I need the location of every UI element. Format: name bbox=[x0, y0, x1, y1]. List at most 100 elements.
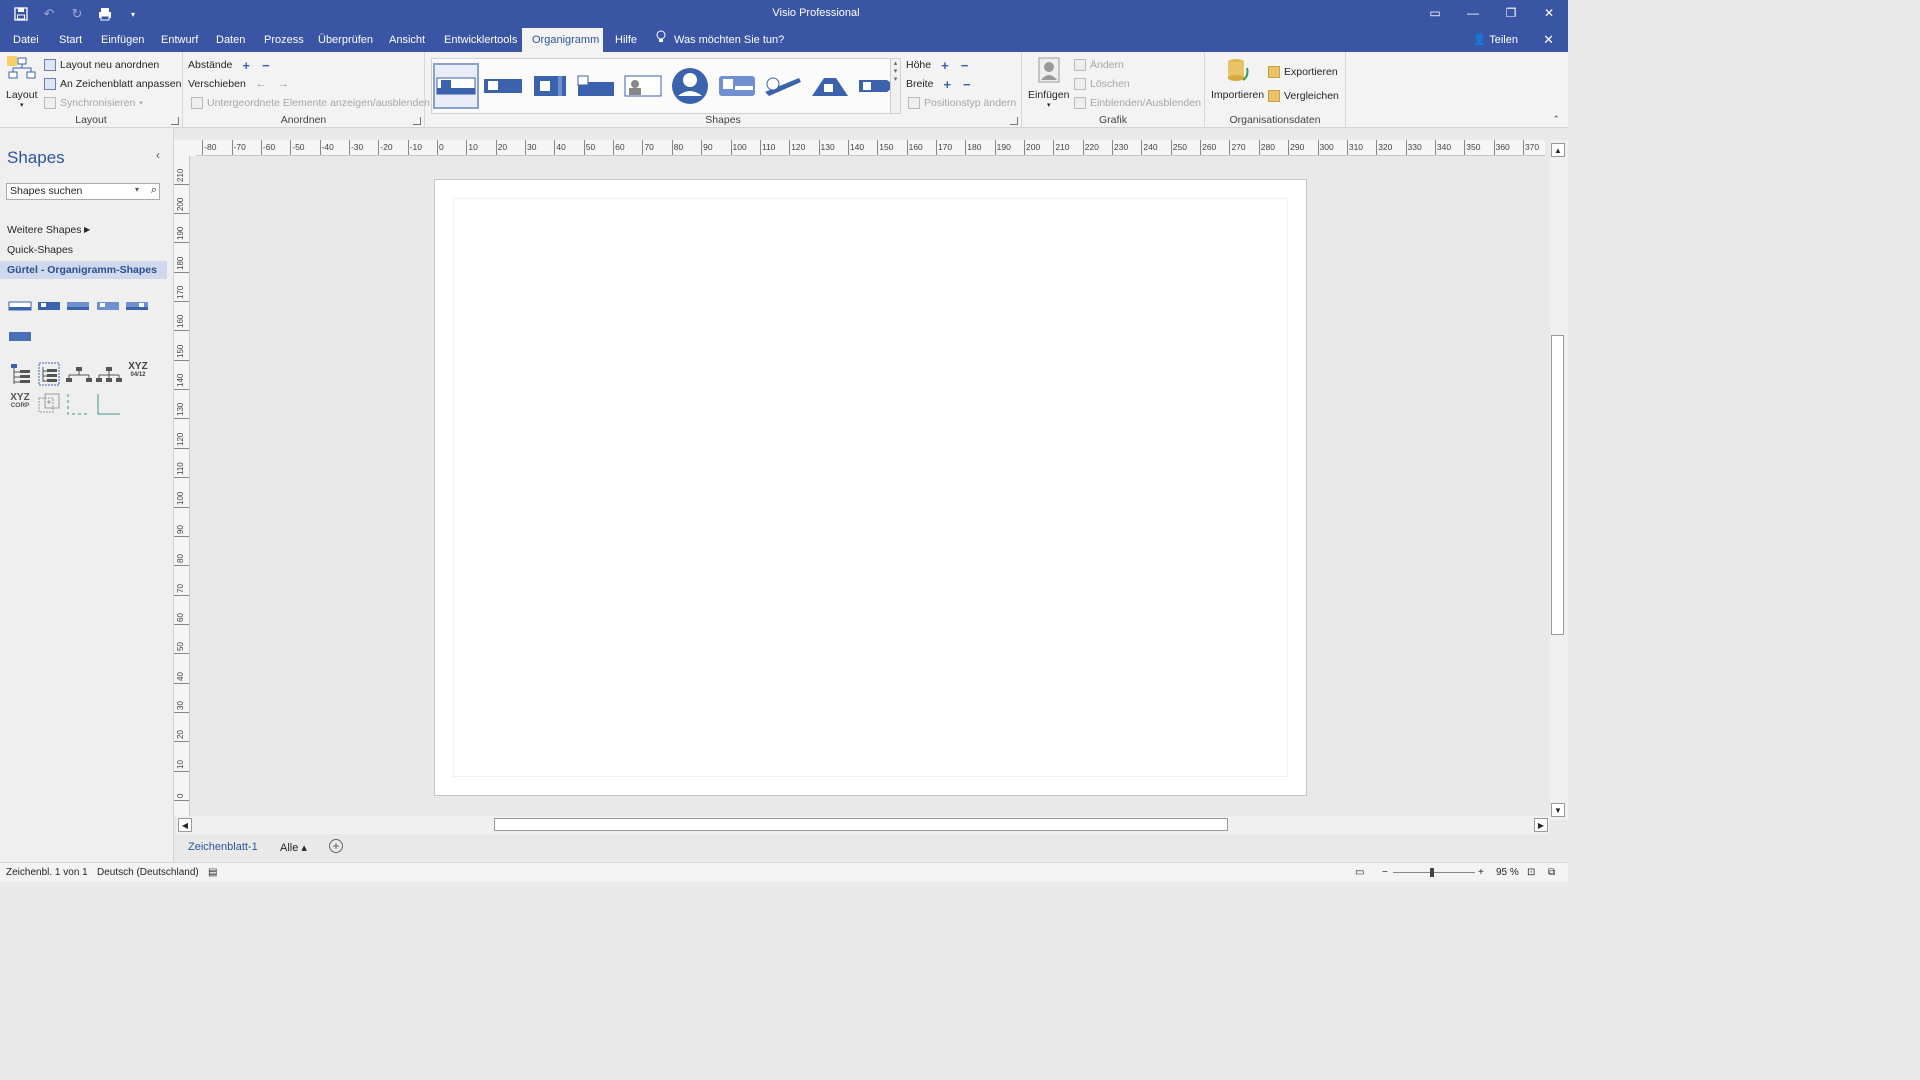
zoom-in-icon[interactable]: + bbox=[1478, 867, 1484, 878]
insert-picture-button[interactable]: Einfügen ▾ bbox=[1028, 56, 1069, 109]
tab-prozess[interactable]: Prozess bbox=[258, 28, 310, 52]
tab-ansicht[interactable]: Ansicht bbox=[383, 28, 431, 52]
stencil-shape-1[interactable] bbox=[8, 300, 32, 312]
shape-style-tab[interactable] bbox=[480, 63, 526, 109]
spacing-increase-icon[interactable]: + bbox=[242, 58, 250, 73]
collapse-ribbon-icon[interactable]: ⌃ bbox=[1552, 114, 1560, 125]
width-increase-icon[interactable]: + bbox=[943, 77, 951, 92]
compare-button[interactable]: Vergleichen bbox=[1268, 88, 1339, 104]
stencil-connector[interactable] bbox=[96, 392, 122, 416]
page-info[interactable]: Zeichenbl. 1 von 1 bbox=[6, 867, 88, 878]
language-indicator[interactable]: Deutsch (Deutschland) bbox=[97, 867, 199, 878]
height-increase-icon[interactable]: + bbox=[941, 58, 949, 73]
restore-icon[interactable]: ❐ bbox=[1492, 0, 1530, 26]
quick-shapes-link[interactable]: Quick-Shapes bbox=[0, 241, 167, 259]
stencil-shape-5[interactable] bbox=[125, 300, 149, 312]
layout-dialog-launcher-icon[interactable] bbox=[171, 117, 179, 125]
tab-datei[interactable]: Datei bbox=[7, 28, 45, 52]
stencil-shape-2[interactable] bbox=[37, 300, 61, 312]
vertical-scroll-thumb[interactable] bbox=[1551, 335, 1564, 635]
tab-entwicklertools[interactable]: Entwicklertools bbox=[438, 28, 523, 52]
horizontal-scrollbar[interactable]: ◀ ▶ bbox=[176, 816, 1550, 834]
scroll-down-icon[interactable]: ▼ bbox=[1551, 803, 1565, 817]
shape-style-cornered[interactable] bbox=[573, 63, 619, 109]
spacing-decrease-icon[interactable]: − bbox=[262, 58, 270, 73]
sheet-tab-zeichenblatt-1[interactable]: Zeichenblatt-1 bbox=[188, 841, 258, 853]
stencil-title-date[interactable]: XYZ 04/12 bbox=[126, 362, 150, 379]
tab-entwurf[interactable]: Entwurf bbox=[155, 28, 204, 52]
height-decrease-icon[interactable]: − bbox=[961, 58, 969, 73]
shape-style-card[interactable] bbox=[714, 63, 760, 109]
move-left-icon[interactable]: ← bbox=[256, 78, 267, 90]
shape-style-roof[interactable] bbox=[807, 63, 853, 109]
close-document-icon[interactable]: ✕ bbox=[1543, 28, 1554, 52]
zoom-slider-track[interactable] bbox=[1393, 872, 1475, 873]
zoom-level[interactable]: 95 % bbox=[1496, 867, 1519, 878]
zoom-out-icon[interactable]: − bbox=[1382, 867, 1388, 878]
tab-organigramm[interactable]: Organigramm bbox=[522, 28, 603, 52]
stencil-shape-3[interactable] bbox=[66, 300, 90, 312]
stencil-picture-placeholder[interactable] bbox=[37, 392, 61, 416]
scroll-right-icon[interactable]: ▶ bbox=[1534, 818, 1548, 832]
width-decrease-icon[interactable]: − bbox=[963, 77, 971, 92]
share-button[interactable]: 👤 Teilen bbox=[1473, 28, 1518, 52]
tab-einfuegen[interactable]: Einfügen bbox=[95, 28, 150, 52]
search-icon[interactable]: ⌕ bbox=[151, 184, 157, 197]
stencil-belt-org-shapes[interactable]: Gürtel - Organigramm-Shapes bbox=[0, 261, 167, 279]
shapes-dialog-launcher-icon[interactable] bbox=[1010, 117, 1018, 125]
presentation-mode-icon[interactable]: ▭ bbox=[1355, 867, 1364, 878]
show-hide-subordinates-button[interactable]: Untergeordnete Elemente anzeigen/ausblen… bbox=[191, 95, 430, 111]
add-sheet-icon[interactable]: + bbox=[329, 839, 343, 853]
collapse-pane-icon[interactable]: ‹ bbox=[156, 148, 160, 162]
tab-start[interactable]: Start bbox=[53, 28, 88, 52]
zoom-slider-thumb[interactable] bbox=[1430, 868, 1434, 877]
all-sheets-button[interactable]: Alle ▴ bbox=[280, 841, 307, 854]
gallery-scroll[interactable]: ▴ ▾ ▾ bbox=[890, 59, 900, 113]
shape-style-outline[interactable] bbox=[620, 63, 666, 109]
shape-style-slant[interactable] bbox=[761, 63, 807, 109]
synchronize-button[interactable]: Synchronisieren ▾ bbox=[44, 95, 143, 111]
fit-page-to-window-icon[interactable]: ⊡ bbox=[1527, 867, 1535, 878]
move-right-icon[interactable]: → bbox=[278, 78, 289, 90]
shapes-search-input[interactable]: Shapes suchen ▾ ⌕ bbox=[6, 183, 160, 200]
minimize-icon[interactable]: — bbox=[1454, 0, 1492, 26]
close-icon[interactable]: ✕ bbox=[1530, 0, 1568, 26]
stencil-team-frame[interactable] bbox=[8, 362, 32, 386]
stencil-multiple-positions[interactable] bbox=[37, 362, 61, 386]
switch-windows-icon[interactable]: ⧉ bbox=[1548, 867, 1555, 878]
stencil-shape-6[interactable] bbox=[8, 330, 32, 342]
stencil-shape-4[interactable] bbox=[96, 300, 120, 312]
import-button[interactable]: Importieren bbox=[1211, 56, 1264, 101]
change-picture-button[interactable]: Ändern bbox=[1074, 57, 1124, 73]
scroll-left-icon[interactable]: ◀ bbox=[178, 818, 192, 832]
stencil-multiple-managers[interactable] bbox=[96, 362, 122, 386]
stencil-logo[interactable]: XYZ CORP bbox=[8, 393, 32, 410]
horizontal-scroll-thumb[interactable] bbox=[494, 818, 1228, 831]
shape-style-ribbon[interactable] bbox=[527, 63, 573, 109]
tab-daten[interactable]: Daten bbox=[210, 28, 251, 52]
show-hide-picture-button[interactable]: Einblenden/Ausblenden bbox=[1074, 95, 1201, 111]
stencil-dotted-line[interactable] bbox=[66, 392, 92, 416]
vertical-scrollbar[interactable]: ▲ ▼ bbox=[1550, 140, 1568, 820]
macro-record-icon[interactable]: ▤ bbox=[208, 867, 217, 878]
stencil-three-positions[interactable] bbox=[66, 362, 92, 386]
relayout-button[interactable]: Layout neu anordnen bbox=[44, 57, 159, 73]
shape-style-circle[interactable] bbox=[667, 63, 713, 109]
drawing-canvas[interactable] bbox=[190, 156, 1550, 816]
change-position-type-button[interactable]: Positionstyp ändern bbox=[908, 95, 1016, 111]
tell-me-box[interactable]: Was möchten Sie tun? bbox=[656, 28, 784, 52]
delete-picture-button[interactable]: Löschen bbox=[1074, 76, 1130, 92]
layout-button[interactable]: Layout ▾ bbox=[6, 56, 38, 109]
more-shapes-link[interactable]: Weitere Shapes ▶ bbox=[0, 221, 167, 239]
search-dropdown-icon[interactable]: ▾ bbox=[135, 185, 139, 194]
shape-style-belt[interactable] bbox=[433, 63, 479, 109]
arrange-dialog-launcher-icon[interactable] bbox=[413, 117, 421, 125]
drawing-page[interactable] bbox=[434, 179, 1307, 796]
tab-hilfe[interactable]: Hilfe bbox=[609, 28, 643, 52]
ruler-label: 60 bbox=[176, 612, 185, 622]
scroll-up-icon[interactable]: ▲ bbox=[1551, 143, 1565, 157]
fit-to-page-button[interactable]: An Zeichenblatt anpassen bbox=[44, 76, 181, 92]
tab-ueberpruefen[interactable]: Überprüfen bbox=[312, 28, 379, 52]
export-button[interactable]: Exportieren bbox=[1268, 64, 1338, 80]
ribbon-display-icon[interactable]: ▭ bbox=[1416, 0, 1454, 26]
